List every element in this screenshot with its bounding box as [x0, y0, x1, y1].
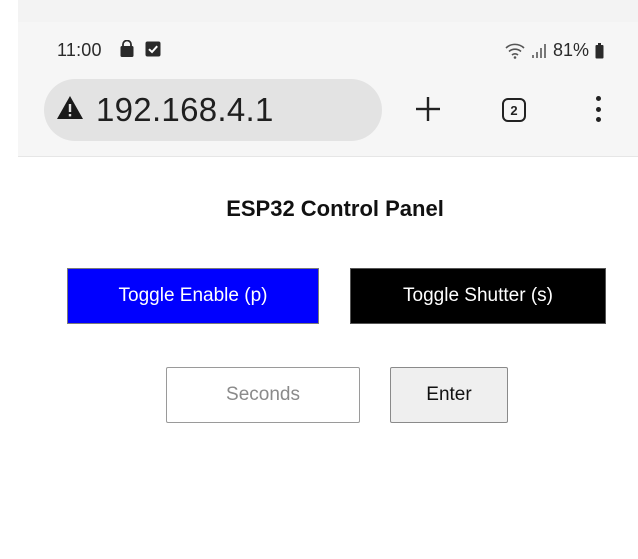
menu-dot — [595, 117, 601, 122]
menu-dot — [595, 96, 601, 101]
status-icons-left — [118, 40, 162, 58]
tabs-icon[interactable]: 2 — [502, 98, 526, 122]
shopping-bag-icon — [120, 40, 134, 57]
status-icons-right: 81% — [505, 40, 604, 61]
wifi-icon — [505, 43, 525, 59]
battery-icon — [595, 42, 604, 58]
signal-icon — [531, 43, 546, 58]
enter-button[interactable]: Enter — [390, 367, 508, 423]
url-text[interactable]: 192.168.4.1 — [96, 91, 274, 129]
page-title: ESP32 Control Panel — [226, 196, 444, 221]
warning-icon[interactable] — [55, 93, 85, 123]
top-strip — [18, 0, 638, 22]
checkbox-icon — [145, 41, 161, 57]
tab-count: 2 — [510, 102, 518, 118]
seconds-input[interactable] — [166, 367, 360, 423]
status-time: 11:00 — [57, 40, 102, 60]
chrome-divider — [18, 156, 638, 157]
toggle-shutter-button[interactable]: Toggle Shutter (s) — [350, 268, 606, 324]
battery-percentage: 81% — [552, 40, 589, 60]
toggle-enable-button[interactable]: Toggle Enable (p) — [67, 268, 319, 324]
more-vert-icon[interactable] — [591, 94, 605, 124]
menu-dot — [595, 106, 601, 112]
plus-icon[interactable] — [413, 94, 443, 124]
